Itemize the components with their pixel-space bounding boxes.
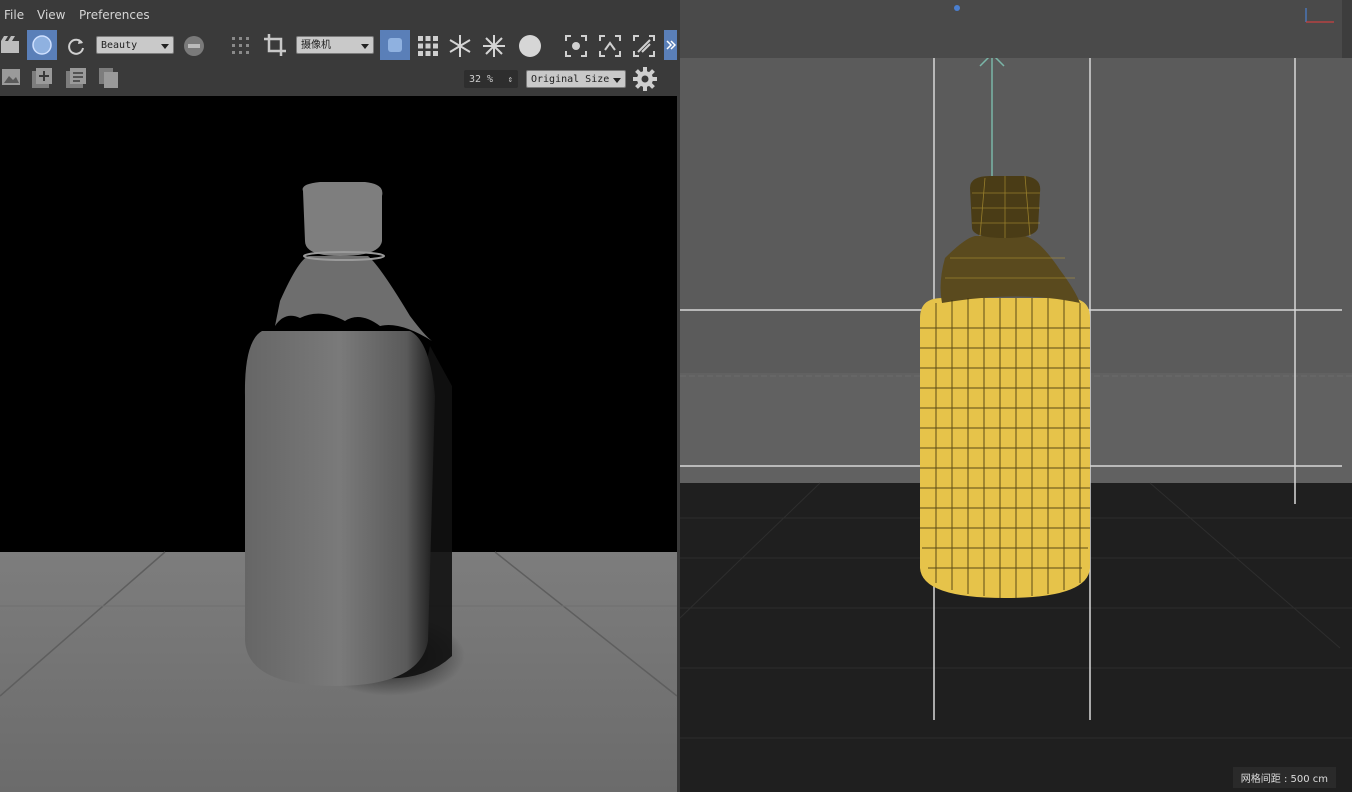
frame-icon[interactable]	[598, 34, 622, 58]
refresh-icon[interactable]	[65, 35, 87, 57]
gear-icon[interactable]	[632, 66, 658, 92]
grid-icon[interactable]	[416, 34, 440, 58]
zoom-value: 32 %	[469, 74, 494, 85]
rendered-image	[0, 96, 677, 792]
viewport-scrollbar[interactable]	[1342, 0, 1352, 58]
grid-spacing-label: 网格间距 : 500 cm	[1232, 767, 1336, 788]
viewport-panel: 网格间距 : 500 cm	[680, 0, 1352, 792]
viewport-header	[680, 0, 1352, 58]
menu-view[interactable]: View	[37, 8, 65, 22]
menu-preferences[interactable]: Preferences	[79, 8, 150, 22]
focus-icon[interactable]	[564, 34, 588, 58]
crop-icon[interactable]	[262, 32, 288, 58]
render-toolbar-secondary: 32 % ⇕ Original Size	[0, 60, 677, 96]
snowflake-alt-icon[interactable]	[482, 34, 506, 58]
camera-select[interactable]: 摄像机	[296, 36, 374, 54]
menu-bar: File View Preferences	[0, 0, 677, 30]
bottle-render	[244, 182, 435, 686]
snowflake-icon[interactable]	[448, 34, 472, 58]
snapshot-list-icon[interactable]	[64, 66, 88, 90]
image-icon[interactable]	[0, 66, 22, 88]
pass-select[interactable]: Beauty	[96, 36, 174, 54]
expand-toolbar-icon[interactable]	[664, 30, 677, 60]
render-view-panel: File View Preferences Beauty 摄像机 32 % ⇕ …	[0, 0, 677, 792]
zoom-field[interactable]: 32 % ⇕	[464, 70, 518, 88]
render-toolbar: Beauty 摄像机	[0, 30, 677, 60]
perspective-view	[680, 58, 1352, 792]
lock-camera-button[interactable]	[380, 30, 410, 60]
size-select[interactable]: Original Size	[526, 70, 626, 88]
ipr-icon[interactable]	[182, 34, 206, 58]
add-snapshot-icon[interactable]	[30, 66, 54, 90]
pass-select-value: Beauty	[101, 40, 138, 51]
axis-dot-icon	[954, 5, 960, 11]
compare-icon[interactable]	[632, 34, 656, 58]
render-active-button[interactable]	[27, 30, 57, 60]
axis-gizmo-icon	[1302, 6, 1338, 26]
size-select-value: Original Size	[531, 74, 610, 85]
menu-file[interactable]: File	[4, 8, 24, 22]
zoom-spinner-icon[interactable]: ⇕	[508, 71, 513, 89]
clapper-icon[interactable]	[0, 35, 20, 55]
camera-select-value: 摄像机	[301, 40, 331, 51]
sphere-icon[interactable]	[518, 34, 542, 58]
copy-icon[interactable]	[97, 66, 121, 90]
region-grid-icon[interactable]	[230, 35, 252, 57]
